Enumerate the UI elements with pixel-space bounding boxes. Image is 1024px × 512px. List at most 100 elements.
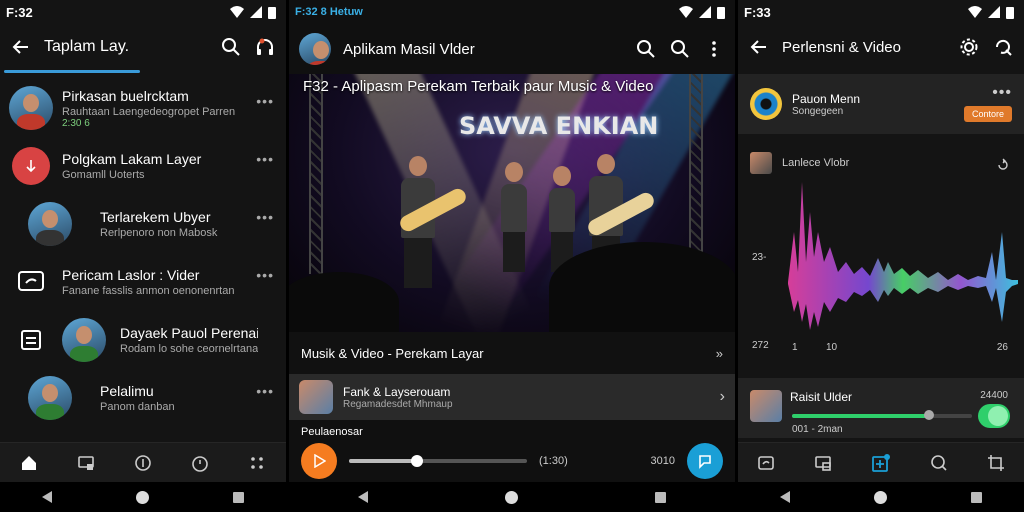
- playback-time: (1:30): [539, 455, 568, 467]
- chat-button[interactable]: [687, 443, 723, 479]
- section-header[interactable]: Musik & Video - Perekam Layar »: [289, 332, 735, 374]
- more-options-icon[interactable]: •••: [256, 151, 274, 167]
- wifi-icon: [968, 6, 982, 18]
- concert-video-thumbnail[interactable]: SAVVA ENKIAN F32 - Aplipasm Perekam Terb…: [289, 74, 735, 332]
- audio-track-card[interactable]: Raisit Ulder 24400 001 - 2man: [738, 378, 1024, 438]
- home-nav-icon[interactable]: [136, 490, 149, 504]
- page-title: Perlensni & Video: [782, 38, 901, 56]
- volume-slider[interactable]: [792, 410, 972, 420]
- track-count: 24400: [980, 390, 1008, 401]
- search-icon[interactable]: [930, 454, 948, 472]
- playback-progress-bar[interactable]: [349, 455, 527, 467]
- y-axis-label: 23-: [752, 252, 767, 263]
- more-options-icon[interactable]: •••: [992, 84, 1012, 102]
- search-icon[interactable]: [669, 38, 691, 60]
- album-disc-icon: [750, 88, 782, 120]
- list-item[interactable]: Polgkam Lakam Layer Gomamll Uoterts •••: [0, 137, 286, 195]
- list-item-title: Polgkam Lakam Layer: [62, 151, 202, 167]
- system-icons: [679, 6, 725, 19]
- status-time: F:32: [6, 4, 33, 20]
- play-button[interactable]: [301, 443, 337, 479]
- home-nav-icon[interactable]: [504, 490, 518, 504]
- slider-knob[interactable]: [923, 410, 934, 420]
- recents-nav-icon[interactable]: [971, 491, 982, 503]
- play-count: 3010: [650, 455, 675, 467]
- screen-record-icon[interactable]: [757, 454, 775, 472]
- app-bar: Taplam Lay.: [0, 24, 286, 70]
- back-arrow-icon[interactable]: [10, 36, 32, 58]
- track-title: Raisit Ulder: [790, 390, 853, 404]
- double-chevron-icon[interactable]: »: [716, 346, 723, 361]
- track-title: Fank & Layserouam: [343, 384, 451, 399]
- system-nav-bar: [0, 482, 286, 512]
- back-nav-icon[interactable]: [357, 491, 368, 503]
- avatar: [9, 86, 53, 130]
- app-bar: Aplikam Masil Vlder: [289, 24, 735, 74]
- app-bar: Perlensni & Video: [738, 24, 1024, 70]
- more-options-icon[interactable]: •••: [256, 267, 274, 283]
- avatar: [62, 318, 106, 362]
- x-axis-label: 1: [792, 342, 798, 353]
- track-item-title[interactable]: Peulaenosar: [301, 426, 363, 438]
- list-item-meta: 2:30 6: [62, 117, 90, 129]
- profile-avatar[interactable]: [299, 33, 331, 65]
- list-item-subtitle: Rauhtaan Laengedeogropet Parren: [62, 105, 236, 118]
- x-axis-label: 10: [826, 342, 838, 353]
- more-options-icon[interactable]: •••: [256, 93, 274, 109]
- info-icon[interactable]: [134, 454, 152, 472]
- list-item-title: Pirkasan buelrcktam: [62, 87, 189, 104]
- screen-icon[interactable]: [814, 454, 832, 472]
- system-nav-bar: [289, 482, 735, 512]
- signal-icon: [250, 6, 262, 18]
- avatar: [28, 376, 72, 420]
- battery-icon: [1006, 6, 1014, 19]
- list-item[interactable]: Terlarekem Ubyer Rerlpenoro non Mabosk •…: [0, 195, 286, 253]
- grid-icon[interactable]: [248, 454, 266, 472]
- status-time: F:32 8 Hetuw: [295, 6, 363, 18]
- search-icon[interactable]: [635, 38, 657, 60]
- list-item-title: Dayaek Pauol Perenain: [120, 325, 258, 341]
- back-nav-icon[interactable]: [780, 491, 790, 503]
- chevron-right-icon[interactable]: ›: [720, 388, 725, 406]
- track-time: 001 - 2man: [792, 424, 843, 435]
- recents-nav-icon[interactable]: [233, 491, 244, 503]
- add-clip-icon[interactable]: [871, 453, 891, 473]
- bottom-navigation: [738, 442, 1024, 482]
- home-icon[interactable]: [20, 454, 38, 472]
- back-nav-icon[interactable]: [42, 491, 52, 503]
- more-options-icon[interactable]: •••: [256, 209, 274, 225]
- status-bar: F:32 8 Hetuw: [289, 0, 735, 24]
- track-item[interactable]: Fank & Layserouam Regamadesdet Mhmaup ›: [289, 374, 735, 420]
- headphones-icon[interactable]: [254, 36, 276, 58]
- refresh-search-icon[interactable]: [992, 36, 1014, 58]
- audio-waveform: [788, 182, 1018, 330]
- list-item[interactable]: Pericam Laslor : Vider Fanane fasslis an…: [0, 253, 286, 311]
- crowd-silhouette: [289, 272, 399, 332]
- more-options-icon[interactable]: •••: [256, 383, 274, 399]
- gear-icon[interactable]: [958, 36, 980, 58]
- screen-icon[interactable]: [77, 454, 95, 472]
- recents-nav-icon[interactable]: [655, 491, 667, 503]
- timer-icon[interactable]: [191, 454, 209, 472]
- crop-icon[interactable]: [987, 454, 1005, 472]
- list-item[interactable]: Dayaek Pauol Perenain Rodam lo sohe ceor…: [0, 311, 286, 369]
- document-icon: [21, 330, 41, 350]
- continue-button[interactable]: Contore: [963, 106, 1012, 122]
- overflow-menu-icon[interactable]: [703, 38, 725, 60]
- list-item-subtitle: Fanane fasslis anmon oenonenrtan: [62, 285, 235, 297]
- home-nav-icon[interactable]: [874, 490, 887, 504]
- list-item-subtitle: Rodam lo sohe ceornelrtanain: [120, 343, 258, 355]
- list-item[interactable]: Pelalimu Panom danban •••: [0, 369, 286, 427]
- now-playing-card[interactable]: Pauon Menn Songegeen ••• Contore: [738, 74, 1024, 134]
- battery-icon: [268, 6, 276, 19]
- search-icon[interactable]: [220, 36, 242, 58]
- signal-icon: [699, 6, 711, 18]
- back-arrow-icon[interactable]: [748, 36, 770, 58]
- enable-toggle[interactable]: [978, 404, 1010, 428]
- record-icon: [12, 147, 50, 185]
- list-item[interactable]: Pirkasan buelrcktam Rauhtaan Laengedeogr…: [0, 79, 286, 137]
- now-playing-title: Pauon Menn: [792, 91, 861, 106]
- section-title: Musik & Video - Perekam Layar: [301, 345, 484, 361]
- progress-knob[interactable]: [410, 455, 423, 467]
- x-axis-label-end: 26: [996, 342, 1008, 353]
